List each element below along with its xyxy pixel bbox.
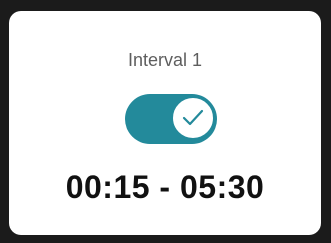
interval-toggle[interactable]: [125, 94, 217, 144]
interval-title: Interval 1: [127, 50, 203, 70]
interval-time-range: 00:15 - 05:30: [65, 169, 265, 205]
check-icon: [182, 109, 204, 126]
toggle-knob: [171, 96, 215, 140]
interval-card: Interval 1 00:15 - 05:30: [9, 11, 321, 235]
